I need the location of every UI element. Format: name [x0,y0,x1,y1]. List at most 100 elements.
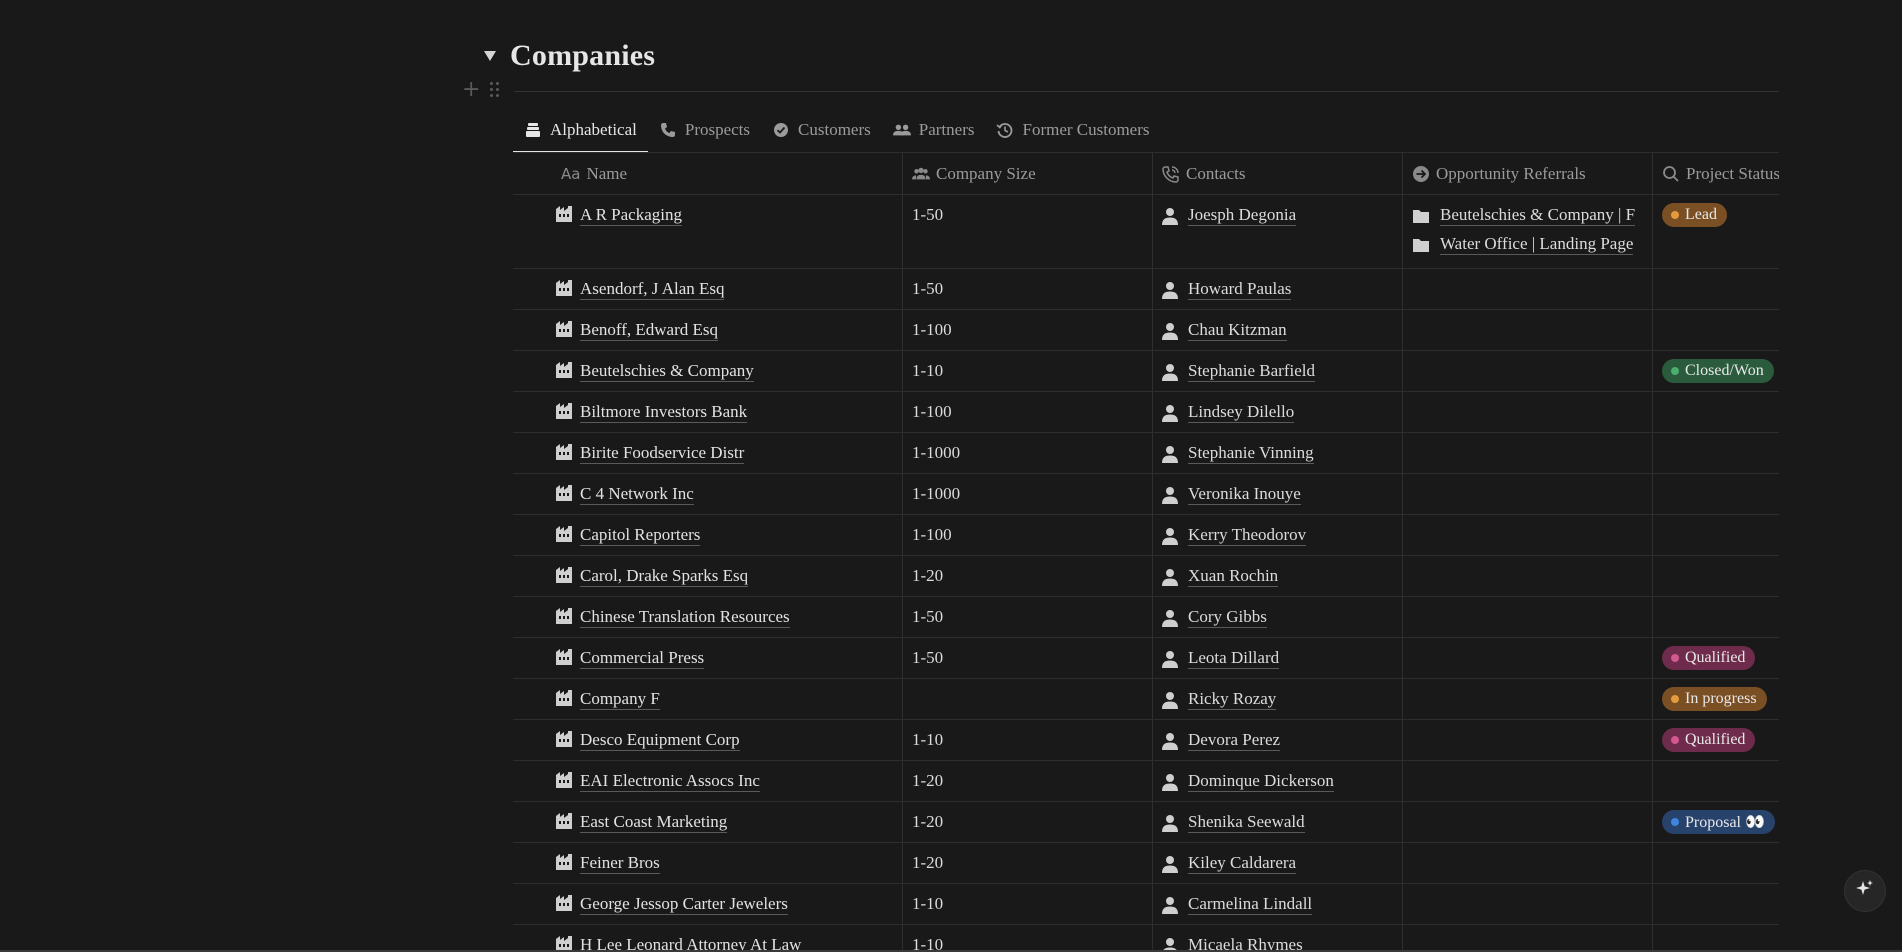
contact-chip[interactable]: Xuan Rochin [1162,566,1279,587]
company-name-link[interactable]: C 4 Network Inc [580,484,694,505]
contact-chip[interactable]: Stephanie Vinning [1162,443,1314,464]
tab-former-customers[interactable]: Former Customers [985,108,1160,152]
cell-opportunity-referrals[interactable]: Beutelschies & Company | F Water Office |… [1403,195,1653,268]
contact-chip[interactable]: Kiley Caldarera [1162,853,1297,874]
status-tag[interactable]: Proposal 👀 [1662,810,1775,834]
cell-opportunity-referrals[interactable] [1403,802,1653,842]
cell-opportunity-referrals[interactable] [1403,556,1653,596]
cell-company-size[interactable]: 1-20 [903,843,1153,883]
cell-project-status[interactable] [1653,515,1779,555]
status-tag[interactable]: In progress [1662,687,1767,711]
cell-project-status[interactable] [1653,843,1779,883]
cell-company-size[interactable]: 1-10 [903,351,1153,391]
cell-opportunity-referrals[interactable] [1403,515,1653,555]
cell-company-size[interactable]: 1-100 [903,515,1153,555]
company-name-link[interactable]: Birite Foodservice Distr [580,443,745,464]
cell-company-size[interactable]: 1-10 [903,884,1153,924]
cell-company-size[interactable] [903,679,1153,719]
table-row[interactable]: Chinese Translation Resources 1-50 Cory Gi… [513,597,1779,638]
cell-project-status[interactable] [1653,474,1779,514]
add-block-plus-icon[interactable]: + [462,79,480,101]
table-row[interactable]: EAI Electronic Assocs Inc 1-20 Dominque Di… [513,761,1779,802]
status-tag[interactable]: Qualified [1662,728,1756,752]
cell-opportunity-referrals[interactable] [1403,884,1653,924]
cell-project-status[interactable] [1653,269,1779,309]
company-name-link[interactable]: Carol, Drake Sparks Esq [580,566,749,587]
company-name-link[interactable]: Beutelschies & Company [580,361,754,382]
table-row[interactable]: H Lee Leonard Attorney At Law 1-10 Micaela… [513,925,1779,952]
cell-project-status[interactable] [1653,884,1779,924]
company-name-link[interactable]: Capitol Reporters [580,525,701,546]
column-header-project-status[interactable]: Project Status [1653,153,1779,194]
table-row[interactable]: Company F Ricky Rozay In progress [513,679,1779,720]
contact-chip[interactable]: Cory Gibbs [1162,607,1267,628]
cell-project-status[interactable]: In progress [1653,679,1779,719]
cell-project-status[interactable] [1653,433,1779,473]
column-header-contacts[interactable]: Contacts [1153,153,1403,194]
company-name-link[interactable]: Chinese Translation Resources [580,607,790,628]
company-name-link[interactable]: Commercial Press [580,648,705,669]
contact-chip[interactable]: Kerry Theodorov [1162,525,1307,546]
contact-chip[interactable]: Devora Perez [1162,730,1281,751]
tab-alphabetical[interactable]: Alphabetical [513,108,648,153]
status-tag[interactable]: Lead [1662,203,1727,227]
company-name-link[interactable]: Feiner Bros [580,853,660,874]
cell-opportunity-referrals[interactable] [1403,433,1653,473]
contact-chip[interactable]: Howard Paulas [1162,279,1292,300]
table-row[interactable]: Commercial Press 1-50 Leota Dillard Qualifi… [513,638,1779,679]
cell-company-size[interactable]: 1-10 [903,720,1153,760]
cell-project-status[interactable] [1653,761,1779,801]
status-tag[interactable]: Closed/Won [1662,359,1774,383]
cell-opportunity-referrals[interactable] [1403,720,1653,760]
company-name-link[interactable]: Desco Equipment Corp [580,730,740,751]
cell-project-status[interactable]: Qualified [1653,638,1779,678]
cell-company-size[interactable]: 1-100 [903,310,1153,350]
cell-opportunity-referrals[interactable] [1403,392,1653,432]
company-name-link[interactable]: East Coast Marketing [580,812,728,833]
cell-project-status[interactable] [1653,597,1779,637]
company-name-link[interactable]: A R Packaging [580,205,682,226]
cell-project-status[interactable]: Lead [1653,195,1779,268]
ai-assistant-button[interactable] [1844,870,1886,912]
company-name-link[interactable]: Company F [580,689,660,710]
cell-opportunity-referrals[interactable] [1403,638,1653,678]
contact-chip[interactable]: Stephanie Barfield [1162,361,1315,382]
table-row[interactable]: Capitol Reporters 1-100 Kerry Theodorov [513,515,1779,556]
table-row[interactable]: Carol, Drake Sparks Esq 1-20 Xuan Rochin [513,556,1779,597]
cell-project-status[interactable] [1653,310,1779,350]
cell-opportunity-referrals[interactable] [1403,474,1653,514]
cell-project-status[interactable] [1653,925,1779,952]
company-name-link[interactable]: Biltmore Investors Bank [580,402,748,423]
cell-opportunity-referrals[interactable] [1403,310,1653,350]
cell-company-size[interactable]: 1-100 [903,392,1153,432]
column-header-opportunity-referrals[interactable]: Opportunity Referrals [1403,153,1653,194]
opportunity-item[interactable]: Water Office | Landing Page [1412,234,1652,255]
company-name-link[interactable]: Asendorf, J Alan Esq [580,279,725,300]
opportunity-item[interactable]: Beutelschies & Company | F [1412,205,1652,226]
table-row[interactable]: Benoff, Edward Esq 1-100 Chau Kitzman [513,310,1779,351]
table-row[interactable]: Birite Foodservice Distr 1-1000 Stephanie … [513,433,1779,474]
contact-chip[interactable]: Leota Dillard [1162,648,1280,669]
drag-handle-icon[interactable] [490,82,500,98]
cell-company-size[interactable]: 1-1000 [903,474,1153,514]
tab-customers[interactable]: Customers [761,108,882,152]
table-row[interactable]: Biltmore Investors Bank 1-100 Lindsey Dile… [513,392,1779,433]
tab-partners[interactable]: Partners [882,108,986,152]
cell-opportunity-referrals[interactable] [1403,925,1653,952]
cell-project-status[interactable]: Closed/Won [1653,351,1779,391]
contact-chip[interactable]: Carmelina Lindall [1162,894,1313,915]
table-row[interactable]: Feiner Bros 1-20 Kiley Caldarera [513,843,1779,884]
collapse-caret-icon[interactable] [484,51,496,61]
cell-company-size[interactable]: 1-20 [903,556,1153,596]
company-name-link[interactable]: EAI Electronic Assocs Inc [580,771,760,792]
cell-company-size[interactable]: 1-20 [903,761,1153,801]
cell-project-status[interactable]: Proposal 👀 [1653,802,1779,842]
cell-company-size[interactable]: 1-20 [903,802,1153,842]
table-row[interactable]: Asendorf, J Alan Esq 1-50 Howard Paulas [513,269,1779,310]
contact-chip[interactable]: Joesph Degonia [1162,205,1297,226]
cell-company-size[interactable]: 1-50 [903,638,1153,678]
table-row[interactable]: Beutelschies & Company 1-10 Stephanie Barf… [513,351,1779,392]
company-name-link[interactable]: George Jessop Carter Jewelers [580,894,788,915]
cell-opportunity-referrals[interactable] [1403,761,1653,801]
table-row[interactable]: East Coast Marketing 1-20 Shenika Seewald P… [513,802,1779,843]
